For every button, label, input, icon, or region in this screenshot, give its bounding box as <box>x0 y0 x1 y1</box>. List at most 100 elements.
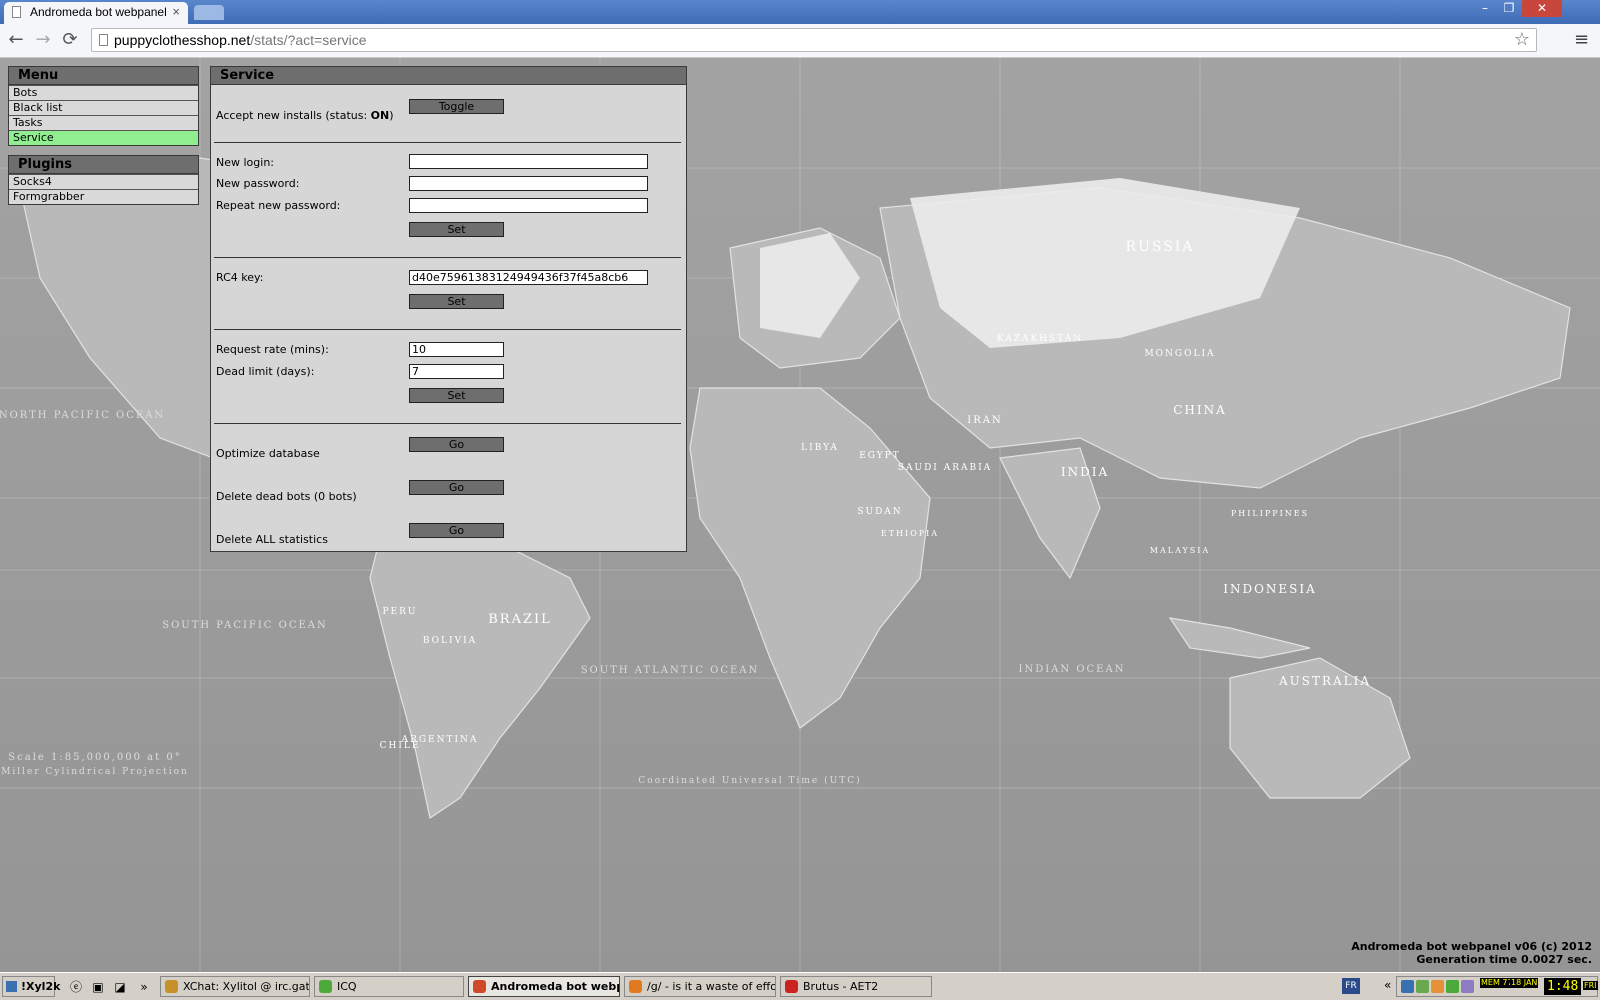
language-indicator[interactable]: FR <box>1342 978 1360 994</box>
url-text: puppyclothesshop.net/stats/?act=service <box>114 32 367 48</box>
close-tab-icon[interactable]: × <box>172 4 180 19</box>
xchat-icon <box>165 980 178 993</box>
accept-installs-suffix: ) <box>389 109 394 122</box>
quicklaunch-more-icon[interactable]: » <box>136 979 152 995</box>
plugin-item-socks4[interactable]: Socks4 <box>9 174 198 189</box>
taskbar: !Xyl2k ⓔ ▣ ◪ » XChat: Xylitol @ irc.gate… <box>0 972 1600 1000</box>
clock[interactable]: 1:48 <box>1544 978 1582 995</box>
map-label: INDIA <box>1061 465 1109 479</box>
plugin-item-formgrabber[interactable]: Formgrabber <box>9 189 198 204</box>
reload-button[interactable]: ⟳ <box>60 30 80 50</box>
map-label: ETHIOPIA <box>881 529 939 538</box>
new-login-label: New login: <box>216 156 274 169</box>
service-title: Service <box>211 67 686 85</box>
system-tray: MEM 77% 18 JAN 1:48 FRI <box>1396 976 1598 997</box>
map-label: Coordinated Universal Time (UTC) <box>638 775 861 786</box>
request-rate-label: Request rate (mins): <box>216 343 329 356</box>
monitor-tray-icon[interactable] <box>1401 980 1414 993</box>
browser-menu-icon[interactable]: ≡ <box>1574 29 1589 50</box>
date-display: 18 JAN <box>1510 978 1539 988</box>
new-password-input[interactable] <box>409 176 648 191</box>
app-quicklaunch-icon[interactable]: ◪ <box>112 979 128 995</box>
divider <box>214 257 681 258</box>
map-label: NORTH PACIFIC OCEAN <box>0 410 165 421</box>
menu-item-bots[interactable]: Bots <box>9 85 198 100</box>
task-label: Andromeda bot webp... <box>491 980 619 993</box>
map-label: INDONESIA <box>1223 582 1317 596</box>
window-titlebar: Andromeda bot webpanel × – ❐ ✕ <box>0 0 1600 24</box>
map-label: KAZAKHSTAN <box>997 334 1083 344</box>
delete-all-stats-button[interactable]: Go <box>409 523 504 538</box>
plugins-panel: Plugins Socks4 Formgrabber <box>8 155 199 205</box>
menu-item-black-list[interactable]: Black list <box>9 100 198 115</box>
maximize-button[interactable]: ❐ <box>1498 0 1520 17</box>
set-rates-button[interactable]: Set <box>409 388 504 403</box>
map-label: INDIAN OCEAN <box>1019 664 1126 675</box>
browser-toolbar: ← → ⟳ puppyclothesshop.net/stats/?act=se… <box>0 24 1600 58</box>
icq-icon <box>319 980 332 993</box>
start-button[interactable]: !Xyl2k <box>2 976 60 997</box>
network-tray-icon[interactable] <box>1461 980 1474 993</box>
map-label: RUSSIA <box>1126 239 1195 255</box>
map-label: Scale 1:85,000,000 at 0° <box>8 752 181 763</box>
map-label: Miller Cylindrical Projection <box>1 767 189 777</box>
delete-dead-bots-button[interactable]: Go <box>409 480 504 495</box>
url-path: /stats/?act=service <box>250 32 367 48</box>
map-label: MONGOLIA <box>1144 349 1215 359</box>
menu-item-service[interactable]: Service <box>9 130 198 145</box>
map-label: BRAZIL <box>488 612 552 627</box>
menu-item-tasks[interactable]: Tasks <box>9 115 198 130</box>
new-login-input[interactable] <box>409 154 648 169</box>
app-tray-icon[interactable] <box>1431 980 1444 993</box>
menu-panel: Menu Bots Black list Tasks Service <box>8 66 199 146</box>
start-icon <box>6 981 17 992</box>
set-credentials-button[interactable]: Set <box>409 222 504 237</box>
address-bar[interactable]: puppyclothesshop.net/stats/?act=service … <box>91 28 1537 52</box>
taskbar-item-firefox[interactable]: /g/ - is it a waste of effo... <box>624 976 776 997</box>
tray-expand-icon[interactable]: « <box>1384 978 1391 992</box>
repeat-password-input[interactable] <box>409 198 648 213</box>
rc4-key-input[interactable] <box>409 270 648 285</box>
new-tab-button[interactable] <box>194 5 224 20</box>
android-tray-icon[interactable] <box>1416 980 1429 993</box>
desktop-quicklaunch-icon[interactable]: ▣ <box>90 979 106 995</box>
forward-button[interactable]: → <box>33 30 53 50</box>
set-rc4-button[interactable]: Set <box>409 294 504 309</box>
task-label: XChat: Xylitol @ irc.gate... <box>183 980 310 993</box>
back-button[interactable]: ← <box>6 30 26 50</box>
map-label: IRAN <box>967 415 1002 426</box>
weekday-display: FRI <box>1583 981 1598 990</box>
repeat-password-label: Repeat new password: <box>216 199 341 212</box>
taskbar-item-brutus[interactable]: Brutus - AET2 <box>780 976 932 997</box>
new-password-label: New password: <box>216 177 300 190</box>
ie-quicklaunch-icon[interactable]: ⓔ <box>68 979 84 995</box>
window-close-button[interactable]: ✕ <box>1522 0 1562 17</box>
minimize-button[interactable]: – <box>1474 0 1496 17</box>
optimize-database-button[interactable]: Go <box>409 437 504 452</box>
plugins-title: Plugins <box>9 156 198 174</box>
delete-all-stats-label: Delete ALL statistics <box>216 533 328 546</box>
map-label: BOLIVIA <box>423 636 477 646</box>
browser-tab[interactable]: Andromeda bot webpanel × <box>4 2 188 24</box>
divider <box>214 423 681 424</box>
request-rate-input[interactable] <box>409 342 504 357</box>
chrome-icon <box>473 980 486 993</box>
menu-title: Menu <box>9 67 198 85</box>
divider <box>214 329 681 330</box>
service-panel: Service Accept new installs (status: ON)… <box>210 66 687 552</box>
bookmark-star-icon[interactable]: ☆ <box>1514 29 1530 50</box>
start-label: !Xyl2k <box>21 980 61 993</box>
optimize-database-label: Optimize database <box>216 447 320 460</box>
taskbar-item-icq[interactable]: ICQ <box>314 976 464 997</box>
taskbar-item-xchat[interactable]: XChat: Xylitol @ irc.gate... <box>160 976 310 997</box>
brutus-icon <box>785 980 798 993</box>
divider <box>214 142 681 143</box>
map-label: PERU <box>383 607 418 617</box>
toggle-installs-button[interactable]: Toggle <box>409 99 504 114</box>
icq-tray-icon[interactable] <box>1446 980 1459 993</box>
taskbar-item-andromeda[interactable]: Andromeda bot webp... <box>468 976 620 997</box>
accept-installs-text: Accept new installs (status: <box>216 109 371 122</box>
dead-limit-input[interactable] <box>409 364 504 379</box>
delete-dead-bots-label: Delete dead bots (0 bots) <box>216 490 357 503</box>
installs-status: ON <box>370 109 390 122</box>
